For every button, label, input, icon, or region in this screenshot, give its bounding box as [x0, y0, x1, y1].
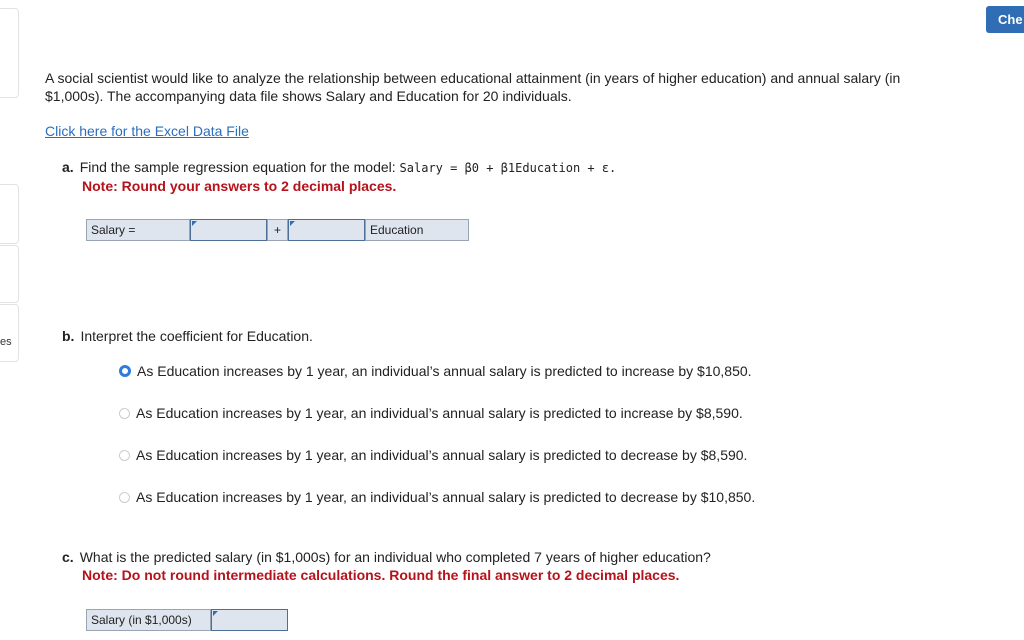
option-label: As Education increases by 1 year, an ind…: [136, 405, 743, 421]
option-3[interactable]: As Education increases by 1 year, an ind…: [119, 447, 747, 463]
sidebar-card[interactable]: [0, 245, 19, 303]
predicted-salary-label: Salary (in $1,000s): [86, 609, 211, 631]
option-1[interactable]: As Education increases by 1 year, an ind…: [119, 363, 752, 379]
sidebar-card[interactable]: [0, 8, 19, 98]
predicted-salary-row: Salary (in $1,000s): [86, 609, 288, 631]
radio-icon[interactable]: [119, 491, 130, 503]
part-c-text: What is the predicted salary (in $1,000s…: [79, 549, 711, 565]
option-4[interactable]: As Education increases by 1 year, an ind…: [119, 489, 755, 505]
sidebar-card[interactable]: [0, 184, 19, 244]
part-b-text: Interpret the coefficient for Education.: [80, 328, 313, 344]
part-a: a. Find the sample regression equation fo…: [62, 158, 616, 195]
sidebar-card[interactable]: [0, 304, 19, 362]
note: Note: Round your answers to 2 decimal pl…: [82, 178, 397, 194]
part-letter: c.: [62, 549, 74, 565]
option-label: As Education increases by 1 year, an ind…: [136, 489, 756, 505]
model-formula: Salary = β0 + β1Education + ε.: [399, 161, 617, 175]
question-intro: A social scientist would like to analyze…: [45, 70, 901, 104]
note: Note: Do not round intermediate calculat…: [82, 567, 680, 583]
radio-selected-icon[interactable]: [119, 365, 131, 377]
radio-icon[interactable]: [119, 449, 130, 461]
salary-label: Salary =: [86, 219, 190, 241]
intercept-input[interactable]: [190, 219, 267, 241]
part-c: c. What is the predicted salary (in $1,00…: [62, 548, 711, 584]
option-2[interactable]: As Education increases by 1 year, an ind…: [119, 405, 743, 421]
regression-equation: Salary = + Education: [86, 219, 469, 241]
predicted-salary-input[interactable]: [211, 609, 288, 631]
part-letter: a.: [62, 159, 74, 175]
check-button[interactable]: Che: [986, 6, 1024, 33]
part-a-text: Find the sample regression equation for …: [79, 159, 400, 175]
part-letter: b.: [62, 328, 75, 344]
sidebar-label: es: [0, 336, 12, 348]
slope-input[interactable]: [288, 219, 365, 241]
radio-icon[interactable]: [119, 407, 130, 419]
option-label: As Education increases by 1 year, an ind…: [137, 363, 752, 379]
plus-sign: +: [267, 219, 288, 241]
option-label: As Education increases by 1 year, an ind…: [136, 447, 748, 463]
education-label: Education: [365, 219, 469, 241]
part-b: b. Interpret the coefficient for Educatio…: [62, 327, 313, 345]
excel-data-link[interactable]: Click here for the Excel Data File: [45, 123, 249, 139]
